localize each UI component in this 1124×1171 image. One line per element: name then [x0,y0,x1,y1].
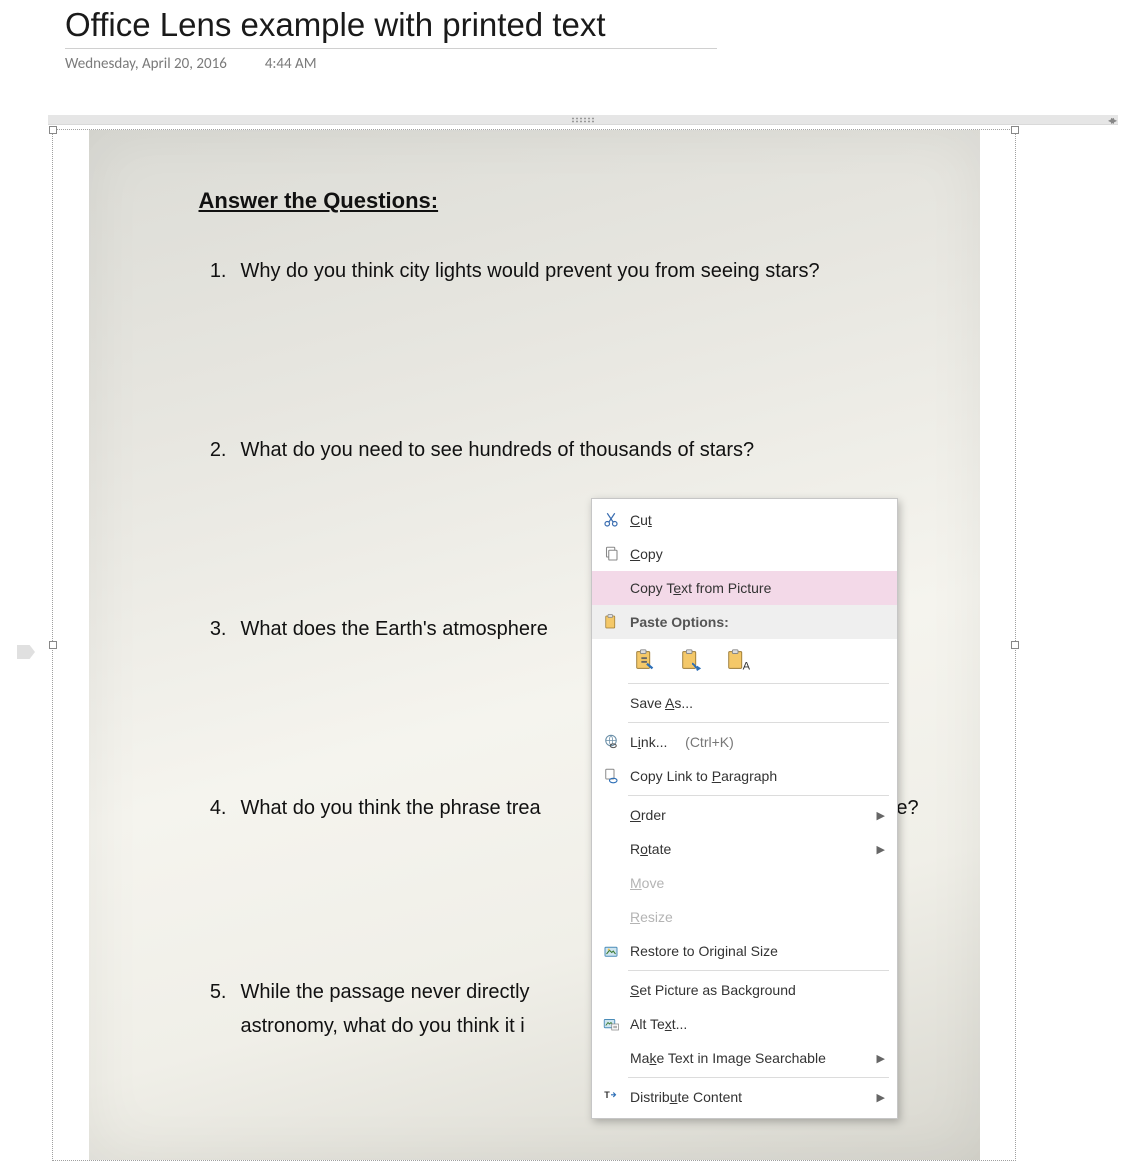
menu-order[interactable]: Order ▶ [592,798,897,832]
menu-cut-label: Cut [630,512,885,528]
menu-alt-text[interactable]: Alt Text... [592,1007,897,1041]
menu-paste-options-label: Paste Options: [630,614,885,630]
link-icon [600,732,622,752]
page-date[interactable]: Wednesday, April 20, 2016 [65,55,227,73]
menu-link[interactable]: Link... (Ctrl+K) [592,725,897,759]
menu-separator [628,683,889,684]
resize-handle-top-left[interactable] [49,126,57,134]
blank-icon [600,980,622,1000]
submenu-arrow-icon: ▶ [877,809,885,822]
restore-icon [600,941,622,961]
paragraph-anchor-icon[interactable] [17,645,35,659]
menu-set-picture-background[interactable]: Set Picture as Background [592,973,897,1007]
paste-merge-formatting[interactable] [676,645,708,675]
menu-copy-text-from-picture[interactable]: Copy Text from Picture [592,571,897,605]
menu-separator [628,722,889,723]
menu-save-as[interactable]: Save As... [592,686,897,720]
menu-rotate[interactable]: Rotate ▶ [592,832,897,866]
page-title[interactable]: Office Lens example with printed text [65,6,717,49]
menu-rotate-label: Rotate [630,841,877,857]
menu-separator [628,795,889,796]
paste-options-row: A [592,639,897,681]
menu-copy-link-label: Copy Link to Paragraph [630,768,885,784]
menu-alt-text-label: Alt Text... [630,1016,885,1032]
menu-distribute-label: Distribute Content [630,1089,877,1105]
blank-icon [600,693,622,713]
scanned-q2-text: What do you need to see hundreds of thou… [241,433,755,467]
menu-cut[interactable]: Cut [592,503,897,537]
blank-icon [600,805,622,825]
svg-text:A: A [743,660,751,672]
submenu-arrow-icon: ▶ [877,1052,885,1065]
menu-resize-label: Resize [630,909,885,925]
blank-icon [600,578,622,598]
scanned-q5-num: 5. [199,975,227,1043]
copy-link-icon [600,766,622,786]
blank-icon [600,839,622,859]
scanned-heading: Answer the Questions: [199,188,920,214]
scanned-q2-num: 2. [199,433,227,467]
menu-link-label: Link... (Ctrl+K) [630,734,885,750]
resize-handle-mid-right[interactable] [1011,641,1019,649]
cut-icon [600,510,622,530]
menu-copy-label: Copy [630,546,885,562]
menu-searchable-label: Make Text in Image Searchable [630,1050,877,1066]
scanned-question-1: 1. Why do you think city lights would pr… [199,254,920,288]
scanned-q1-text: Why do you think city lights would preve… [241,254,820,288]
blank-icon [600,1048,622,1068]
submenu-arrow-icon: ▶ [877,843,885,856]
paste-icon [600,612,622,632]
menu-copy[interactable]: Copy [592,537,897,571]
submenu-arrow-icon: ▶ [877,1091,885,1104]
menu-distribute-content[interactable]: T Distribute Content ▶ [592,1080,897,1114]
menu-set-bg-label: Set Picture as Background [630,982,885,998]
alt-text-icon [600,1014,622,1034]
menu-move-label: Move [630,875,885,891]
scanned-q1-num: 1. [199,254,227,288]
blank-icon [600,873,622,893]
distribute-icon: T [600,1087,622,1107]
scanned-question-2: 2. What do you need to see hundreds of t… [199,433,920,467]
image-container-area: ◂▸ Answer the Questions: 1. Why do you t… [48,115,1118,1161]
svg-text:T: T [604,1090,610,1100]
menu-copy-text-label: Copy Text from Picture [630,580,885,596]
menu-copy-link-paragraph[interactable]: Copy Link to Paragraph [592,759,897,793]
scanned-q3-num: 3. [199,612,227,646]
menu-restore-label: Restore to Original Size [630,943,885,959]
copy-icon [600,544,622,564]
menu-restore-original[interactable]: Restore to Original Size [592,934,897,968]
page-time[interactable]: 4:44 AM [265,55,317,73]
menu-paste-options-header: Paste Options: [592,605,897,639]
context-menu: Cut Copy Copy Text from Picture Paste Op… [591,498,898,1119]
menu-separator [628,970,889,971]
page-header: Office Lens example with printed text We… [0,0,1124,73]
blank-icon [600,907,622,927]
scanned-q3-text: What does the Earth's atmosphere [241,612,548,646]
menu-move: Move [592,866,897,900]
menu-make-text-searchable[interactable]: Make Text in Image Searchable ▶ [592,1041,897,1075]
scanned-q4-num: 4. [199,791,227,825]
menu-save-as-label: Save As... [630,695,885,711]
page-meta: Wednesday, April 20, 2016 4:44 AM [65,55,1124,73]
drag-handle-icon[interactable] [571,117,595,123]
container-top-bar[interactable]: ◂▸ [48,115,1118,125]
nav-arrows-icon[interactable]: ◂▸ [1108,113,1114,128]
menu-resize: Resize [592,900,897,934]
paste-keep-formatting[interactable] [630,645,662,675]
menu-separator [628,1077,889,1078]
paste-text-only[interactable]: A [722,645,754,675]
resize-handle-mid-left[interactable] [49,641,57,649]
menu-order-label: Order [630,807,877,823]
resize-handle-top-right[interactable] [1011,126,1019,134]
